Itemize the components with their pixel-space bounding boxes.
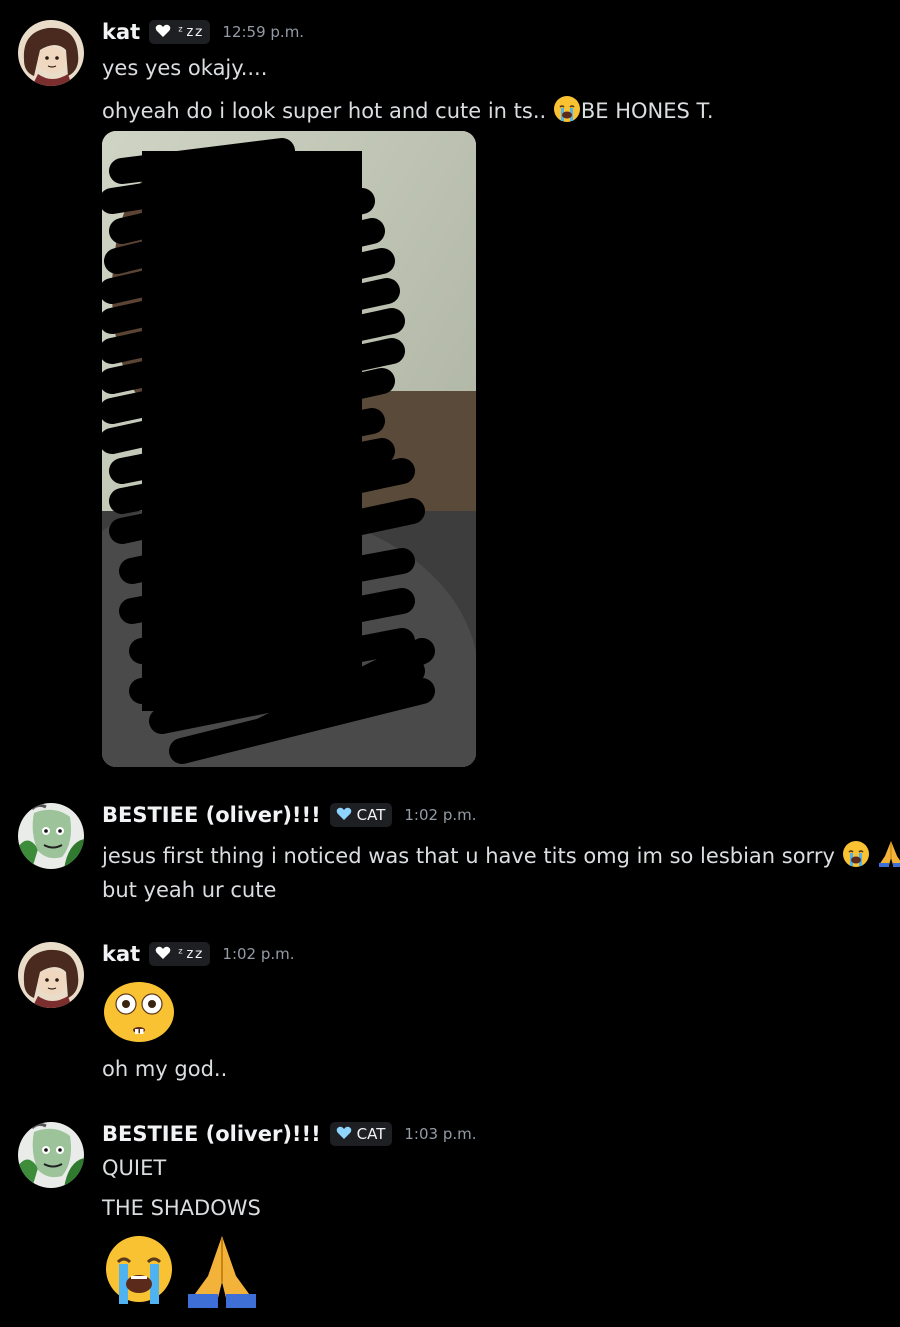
folded-hands-emoji	[876, 838, 900, 873]
username[interactable]: BESTIEE (oliver)!!!	[102, 803, 321, 827]
username[interactable]: BESTIEE (oliver)!!!	[102, 1122, 321, 1146]
message-text: BE HONES T.	[580, 99, 714, 123]
loudly-crying-face-emoji	[102, 1234, 176, 1310]
message-text: but yeah ur cute	[102, 878, 277, 902]
avatar-bestiee[interactable]	[18, 1122, 84, 1188]
message-header: kat ᶻz𝗓 1:02 p.m.	[102, 942, 295, 966]
message-text: QUIET	[102, 1156, 167, 1180]
blue-heart-icon	[336, 1125, 352, 1144]
loudly-crying-face-emoji	[842, 840, 870, 873]
username[interactable]: kat	[102, 942, 140, 966]
message-text: ohyeah do i look super hot and cute in t…	[102, 99, 547, 123]
message-header: BESTIEE (oliver)!!! CAT 1:03 p.m.	[102, 1122, 477, 1146]
avatar-kat[interactable]	[18, 20, 84, 86]
user-tag-text: CAT	[356, 806, 386, 824]
timestamp[interactable]: 12:59 p.m.	[222, 23, 304, 41]
user-tag[interactable]: CAT	[329, 1122, 393, 1146]
timestamp[interactable]: 1:03 p.m.	[404, 1125, 476, 1143]
message-text: yes yes okajy....	[102, 56, 268, 80]
message-text: jesus first thing i noticed was that u h…	[102, 844, 835, 868]
user-tag[interactable]: CAT	[329, 803, 393, 827]
timestamp[interactable]: 1:02 p.m.	[404, 806, 476, 824]
username[interactable]: kat	[102, 20, 140, 44]
user-tag[interactable]: ᶻz𝗓	[149, 942, 211, 966]
message-text-line: ohyeah do i look super hot and cute in t…	[102, 95, 714, 128]
message-text: oh my god..	[102, 1057, 228, 1081]
message-text-line: jesus first thing i noticed was that u h…	[102, 838, 900, 873]
white-heart-icon	[155, 23, 171, 42]
white-heart-icon	[155, 945, 171, 964]
loudly-crying-face-emoji	[553, 95, 581, 128]
message-header: BESTIEE (oliver)!!! CAT 1:02 p.m.	[102, 803, 477, 827]
censored-photo-attachment[interactable]	[102, 131, 476, 767]
message-text: THE SHADOWS	[102, 1196, 261, 1220]
message-header: kat ᶻz𝗓 12:59 p.m.	[102, 20, 304, 44]
avatar-bestiee[interactable]	[18, 803, 84, 869]
flushed-face-emoji	[102, 980, 176, 1048]
folded-hands-emoji	[182, 1232, 262, 1312]
blue-heart-icon	[336, 806, 352, 825]
user-tag-text: CAT	[356, 1125, 386, 1143]
timestamp[interactable]: 1:02 p.m.	[222, 945, 294, 963]
avatar-kat[interactable]	[18, 942, 84, 1008]
user-tag-text: ᶻz𝗓	[176, 24, 204, 40]
user-tag[interactable]: ᶻz𝗓	[149, 20, 211, 44]
user-tag-text: ᶻz𝗓	[176, 946, 204, 962]
